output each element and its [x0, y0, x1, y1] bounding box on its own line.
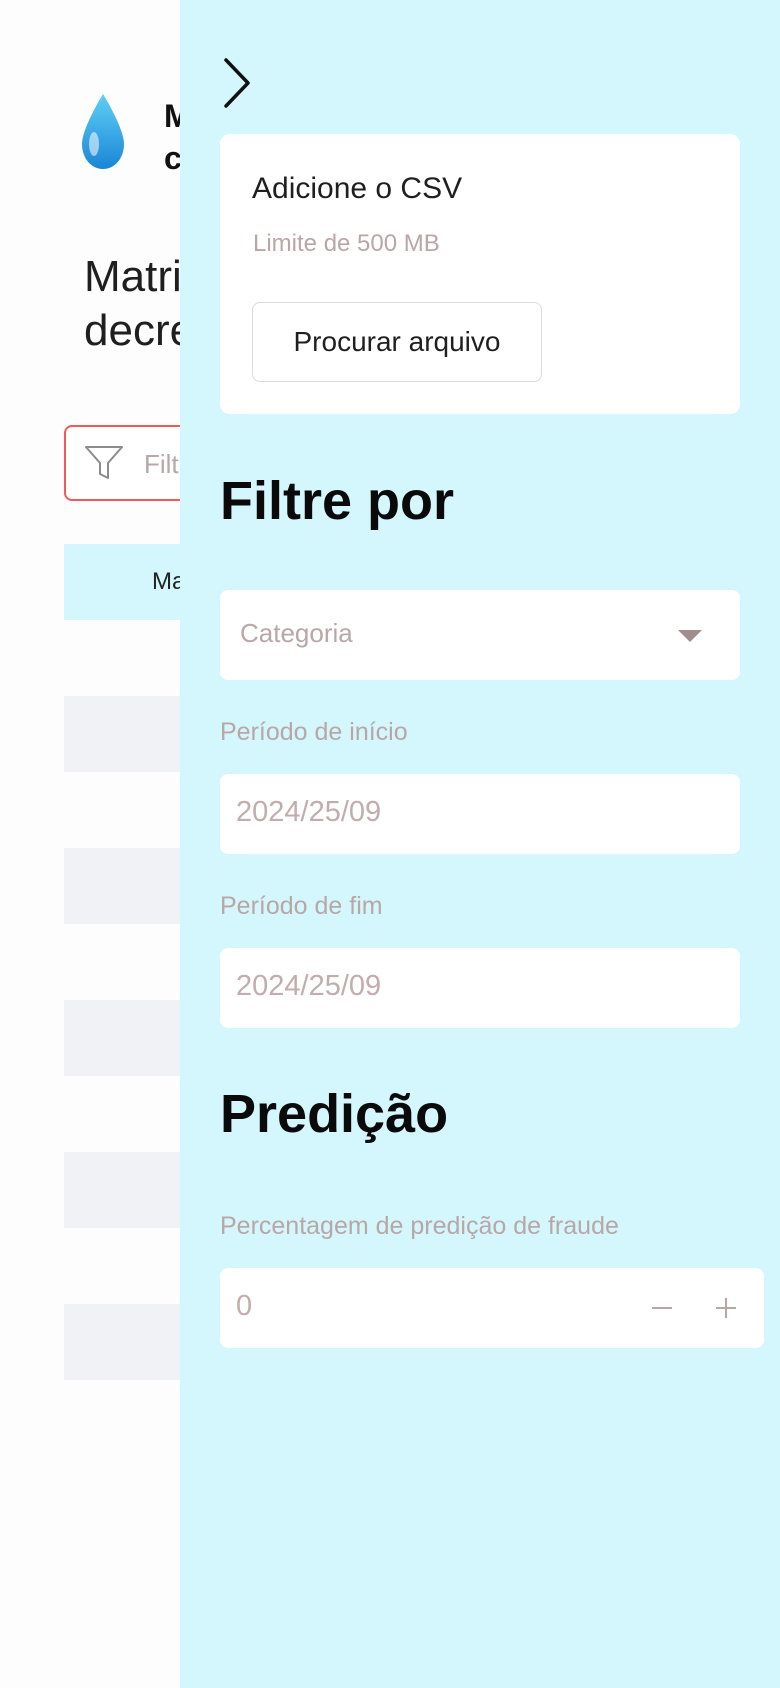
start-date-input[interactable]: 2024/25/09	[220, 774, 740, 854]
start-date-label: Período de início	[220, 718, 408, 746]
upload-limit: Limite de 500 MB	[253, 230, 440, 257]
fraud-percentage-value: 0	[236, 1290, 253, 1322]
browse-files-button[interactable]: Procurar arquivo	[252, 302, 542, 382]
filter-section-title: Filtre por	[220, 471, 455, 531]
end-date-label: Período de fim	[220, 892, 383, 920]
sidebar: Adicione o CSV Limite de 500 MB Procurar…	[180, 0, 780, 1688]
upload-title: Adicione o CSV	[252, 172, 463, 205]
category-placeholder: Categoria	[240, 618, 353, 648]
filter-icon	[85, 446, 123, 479]
page-title: Matri decre	[84, 252, 195, 355]
start-date-value: 2024/25/09	[236, 796, 382, 828]
file-upload-card[interactable]: Adicione o CSV Limite de 500 MB Procurar…	[220, 134, 740, 414]
prediction-section-title: Predição	[220, 1084, 449, 1144]
caret-down-icon	[678, 630, 702, 642]
end-date-input[interactable]: 2024/25/09	[220, 948, 740, 1028]
category-select[interactable]: Categoria	[220, 590, 740, 680]
increment-button[interactable]	[696, 1278, 756, 1338]
minus-icon	[652, 1307, 672, 1309]
collapse-sidebar-button[interactable]	[214, 52, 260, 114]
filter-placeholder: Filt	[144, 449, 179, 479]
fraud-percentage-input[interactable]: 0	[220, 1268, 764, 1348]
water-drop-icon	[82, 94, 124, 169]
fraud-percentage-label: Percentagem de predição de fraude	[220, 1212, 619, 1240]
chevron-right-icon	[224, 58, 250, 108]
end-date-value: 2024/25/09	[236, 970, 382, 1002]
decrement-button[interactable]	[632, 1278, 692, 1338]
plus-icon	[716, 1298, 736, 1318]
